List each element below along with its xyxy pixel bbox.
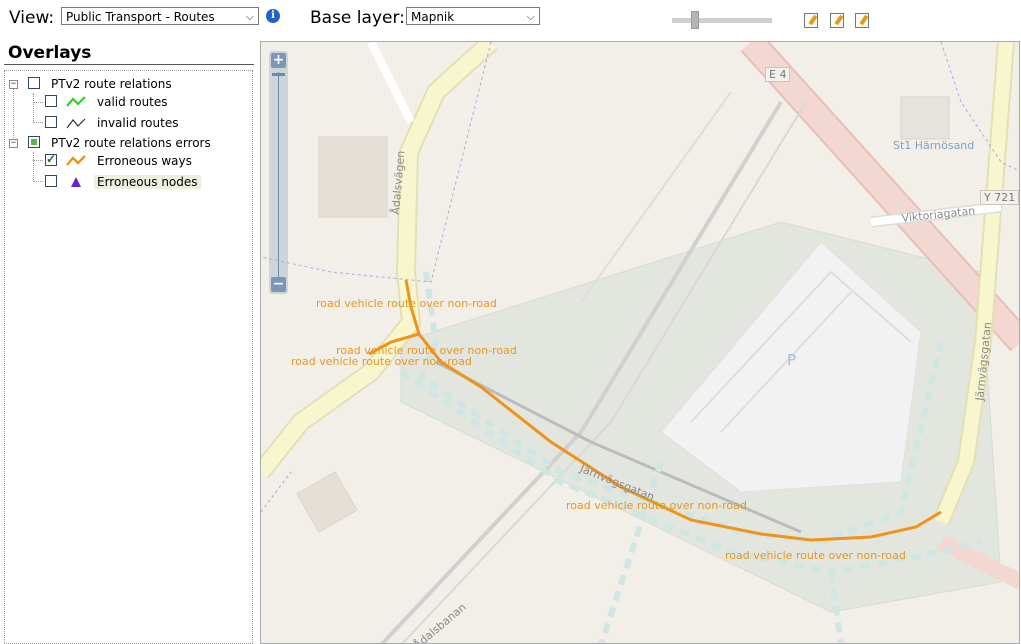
- parking-label: P: [787, 351, 797, 369]
- erroneous-nodes-checkbox[interactable]: [45, 175, 57, 187]
- edit-potlatch-icon[interactable]: [830, 13, 844, 28]
- group-1-label[interactable]: PTv2 route relations: [51, 77, 172, 91]
- group-2-label[interactable]: PTv2 route relations errors: [51, 136, 211, 150]
- invalid-routes-checkbox[interactable]: [45, 116, 57, 128]
- edit-id-icon[interactable]: [855, 13, 869, 28]
- invalid-routes-label[interactable]: invalid routes: [97, 116, 178, 130]
- zoom-slider-grip[interactable]: [272, 73, 285, 76]
- overlay-tree: − PTv2 route relations valid routes inva…: [4, 70, 253, 644]
- view-label: View:: [9, 8, 55, 28]
- green-line-icon: [66, 96, 86, 107]
- error-label: road vehicle route over non-road: [291, 355, 472, 368]
- zoom-out-button[interactable]: −: [271, 277, 286, 292]
- fuel-station-building: [900, 96, 950, 140]
- chevron-down-icon: ⌵: [245, 10, 254, 23]
- info-icon[interactable]: i: [266, 9, 280, 23]
- zoom-slider-track[interactable]: [278, 72, 279, 277]
- black-line-icon: [66, 118, 86, 129]
- collapse-toggle-group-2[interactable]: −: [9, 139, 18, 148]
- tree-connector: [33, 181, 43, 182]
- opacity-slider-thumb[interactable]: [691, 11, 699, 29]
- error-label: road vehicle route over non-road: [566, 499, 747, 512]
- view-select[interactable]: Public Transport - Routes ⌵: [61, 7, 259, 25]
- view-select-value: Public Transport - Routes: [66, 10, 215, 24]
- tree-connector: [33, 102, 43, 103]
- error-label: road vehicle route over non-road: [725, 549, 906, 562]
- map-view[interactable]: + − road vehicle route over non-road roa…: [260, 41, 1020, 644]
- map-canvas[interactable]: [261, 42, 1020, 644]
- tree-connector: [13, 85, 14, 142]
- toolbar: View: Public Transport - Routes ⌵ i Base…: [0, 0, 1021, 38]
- collapse-toggle-group-1[interactable]: −: [9, 80, 18, 89]
- base-layer-label: Base layer:: [310, 8, 405, 28]
- purple-triangle-icon: [71, 177, 81, 187]
- erroneous-ways-checkbox[interactable]: [45, 152, 57, 166]
- shield-y721: Y 721: [980, 190, 1019, 205]
- group-2-checkbox[interactable]: [28, 136, 40, 148]
- road-minor: [367, 42, 415, 124]
- boundary-line: [261, 471, 292, 513]
- zoom-in-button[interactable]: +: [271, 53, 286, 68]
- overlays-sidebar: Overlays − PTv2 route relations valid ro…: [0, 40, 258, 644]
- orange-line-icon: [66, 155, 86, 166]
- tree-connector: [33, 160, 43, 161]
- error-label: road vehicle route over non-road: [316, 297, 497, 310]
- valid-routes-checkbox[interactable]: [45, 95, 57, 107]
- base-layer-value: Mapnik: [411, 10, 455, 24]
- base-layer-select[interactable]: Mapnik ⌵: [406, 7, 540, 25]
- opacity-slider-track[interactable]: [672, 18, 772, 23]
- chevron-down-icon: ⌵: [526, 10, 535, 23]
- erroneous-ways-label[interactable]: Erroneous ways: [97, 154, 192, 168]
- valid-routes-label[interactable]: valid routes: [97, 95, 168, 109]
- tree-connector: [33, 152, 34, 182]
- erroneous-nodes-label[interactable]: Erroneous nodes: [94, 175, 201, 189]
- building-area: [296, 471, 358, 533]
- title-divider: [4, 64, 254, 65]
- overlays-title: Overlays: [8, 43, 92, 63]
- group-1-checkbox[interactable]: [28, 77, 40, 89]
- shield-e4: E 4: [765, 67, 791, 82]
- tree-connector: [33, 122, 43, 123]
- building-area: [318, 136, 388, 218]
- edit-josm-icon[interactable]: [804, 13, 818, 28]
- tree-connector: [33, 93, 34, 123]
- poi-label-fuel: St1 Härnösand: [893, 139, 975, 152]
